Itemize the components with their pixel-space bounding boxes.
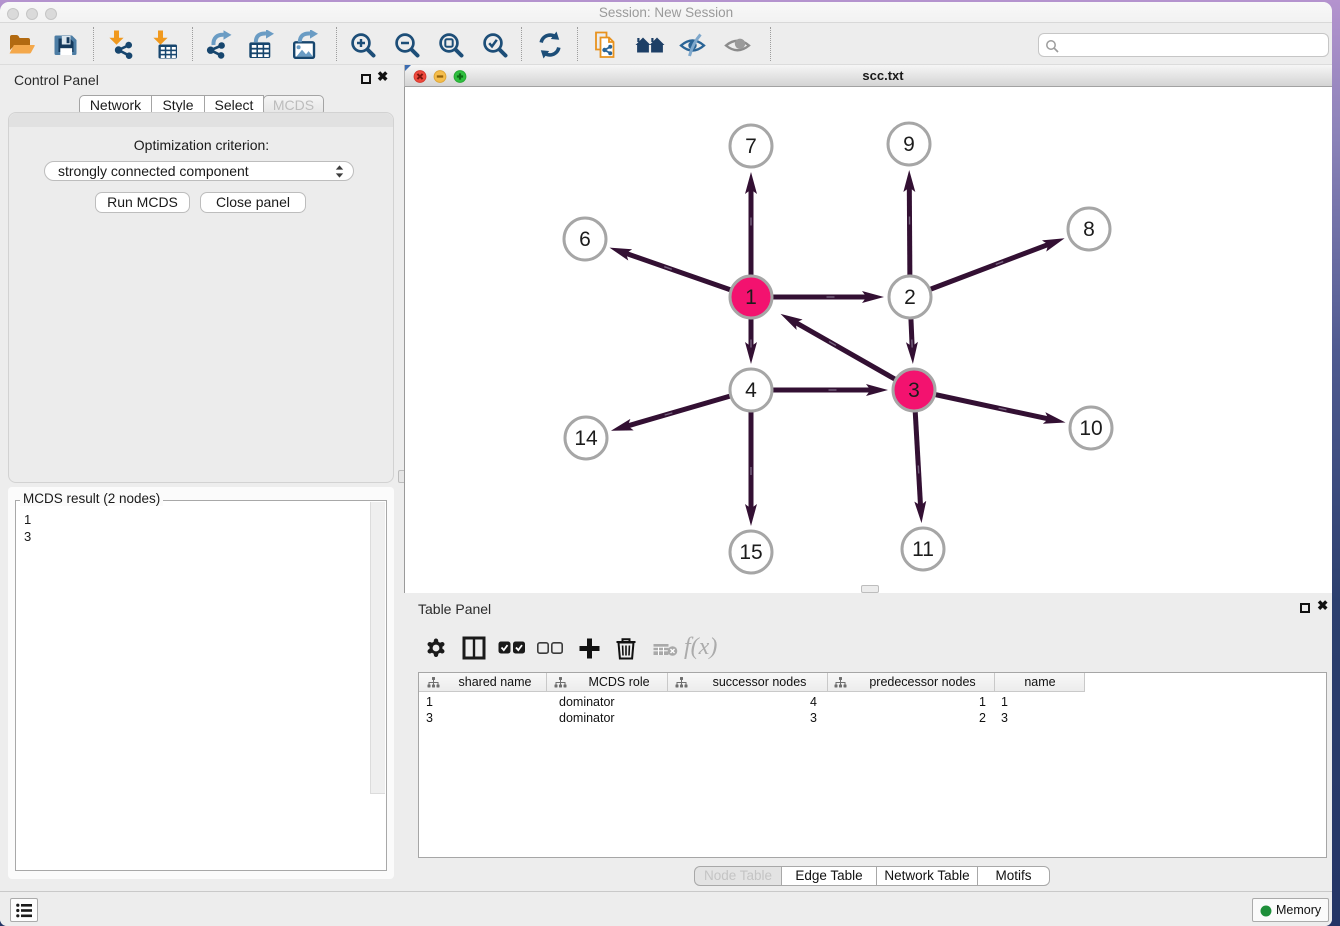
svg-text:10: 10 bbox=[1079, 417, 1102, 440]
svg-text:15: 15 bbox=[739, 541, 762, 564]
svg-text:2: 2 bbox=[904, 286, 916, 309]
svg-text:9: 9 bbox=[903, 133, 915, 156]
svg-text:4: 4 bbox=[745, 379, 757, 402]
svg-text:7: 7 bbox=[745, 135, 757, 158]
svg-text:11: 11 bbox=[912, 538, 934, 561]
svg-text:14: 14 bbox=[574, 427, 598, 450]
svg-text:6: 6 bbox=[579, 228, 591, 251]
svg-text:1: 1 bbox=[745, 286, 757, 309]
svg-text:8: 8 bbox=[1083, 218, 1095, 241]
svg-text:3: 3 bbox=[908, 379, 920, 402]
